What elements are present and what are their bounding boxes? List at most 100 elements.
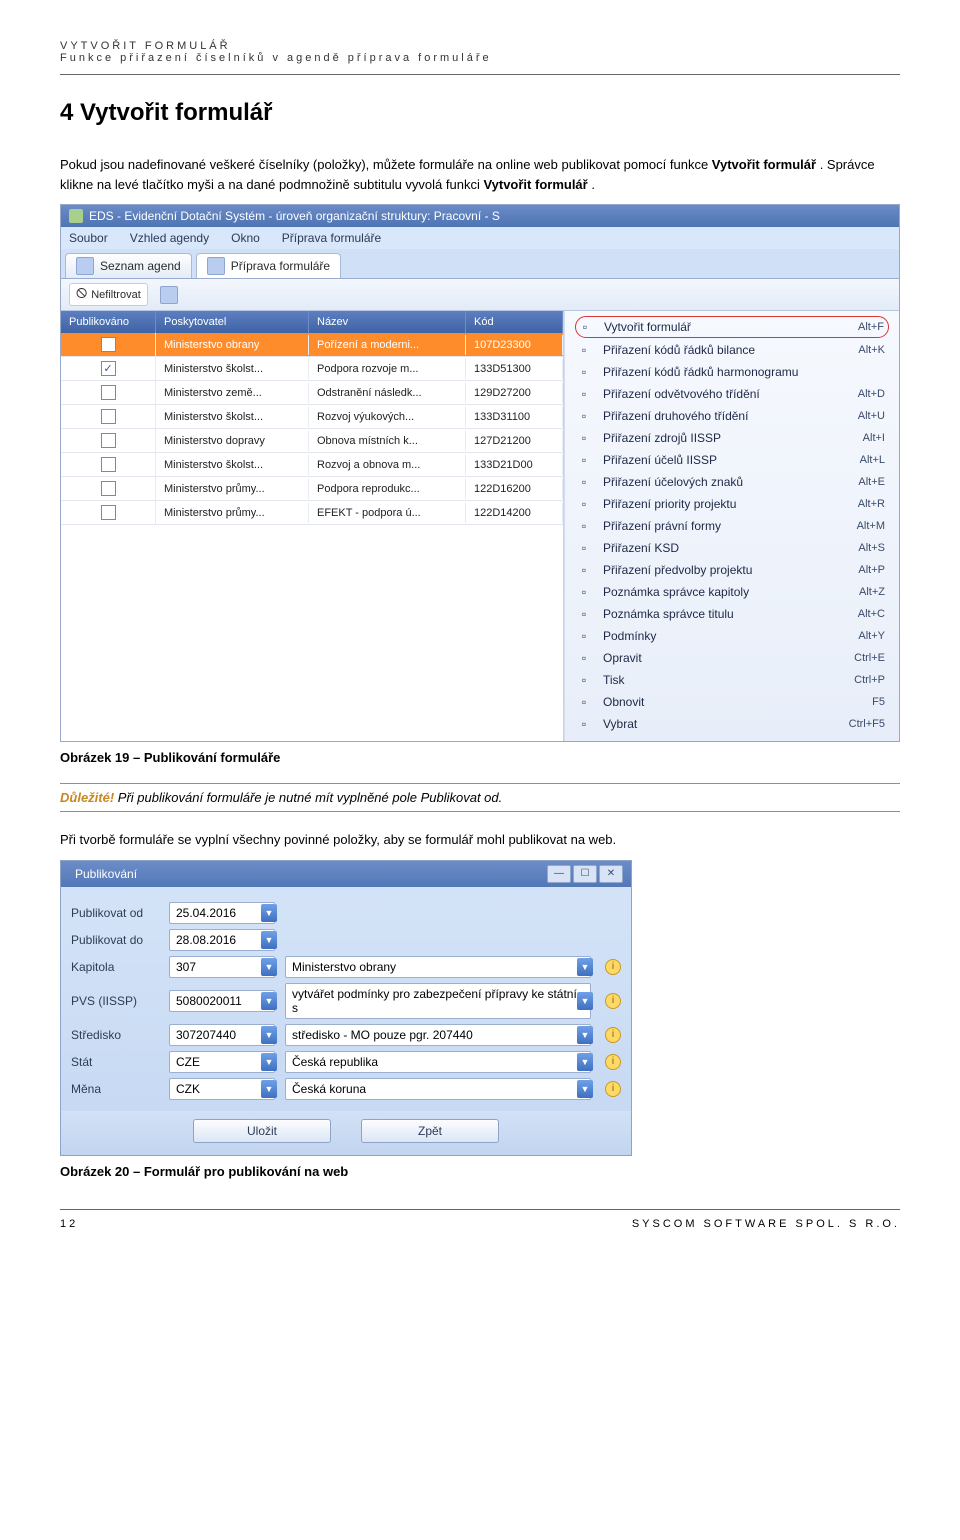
context-menu-item[interactable]: ▫OpravitCtrl+E — [565, 647, 899, 669]
table-row[interactable]: Ministerstvo školst...Rozvoj a obnova m.… — [61, 453, 563, 477]
close-button[interactable]: ✕ — [599, 865, 623, 883]
menu-item-label: Přiřazení účelových znaků — [603, 475, 848, 489]
field-value[interactable]: CZK — [169, 1078, 275, 1100]
context-menu-item[interactable]: ▫Poznámka správce kapitolyAlt+Z — [565, 581, 899, 603]
menu-item-icon: ▫ — [575, 496, 593, 512]
info-icon[interactable]: i — [605, 959, 621, 975]
context-menu-item[interactable]: ▫TiskCtrl+P — [565, 669, 899, 691]
dropdown-icon[interactable]: ▼ — [577, 1080, 593, 1098]
dropdown-icon[interactable]: ▼ — [261, 1026, 277, 1044]
context-menu-item[interactable]: ▫Přiřazení kódů řádků harmonogramu — [565, 361, 899, 383]
table-row[interactable]: ✓Ministerstvo školst...Podpora rozvoje m… — [61, 357, 563, 381]
header-line2: Funkce přiřazení číselníků v agendě příp… — [60, 52, 900, 64]
context-menu-item[interactable]: ▫Vytvořit formulářAlt+F — [575, 316, 889, 338]
field-value[interactable]: 28.08.2016 — [169, 929, 275, 951]
context-menu-item[interactable]: ▫Poznámka správce tituluAlt+C — [565, 603, 899, 625]
checkbox-icon[interactable] — [101, 409, 116, 424]
cell-kod: 129D27200 — [466, 383, 563, 403]
dropdown-icon[interactable]: ▼ — [261, 992, 277, 1010]
context-menu-item[interactable]: ▫Přiřazení odvětvového tříděníAlt+D — [565, 383, 899, 405]
context-menu-item[interactable]: ▫ObnovitF5 — [565, 691, 899, 713]
col-kod[interactable]: Kód — [466, 311, 563, 333]
table-row[interactable]: Ministerstvo obranyPořízení a moderni...… — [61, 333, 563, 357]
filter-button[interactable]: 🛇 Nefiltrovat — [69, 283, 148, 306]
context-menu-item[interactable]: ▫VybratCtrl+F5 — [565, 713, 899, 735]
field-description[interactable]: Česká koruna — [285, 1078, 591, 1100]
menu-item-label: Vybrat — [603, 717, 839, 731]
menu-item-label: Přiřazení KSD — [603, 541, 848, 555]
tab-priprava-formulare[interactable]: Příprava formuláře — [196, 253, 341, 278]
dropdown-icon[interactable]: ▼ — [261, 1080, 277, 1098]
checkbox-icon[interactable] — [101, 337, 116, 352]
context-menu-item[interactable]: ▫Přiřazení kódů řádků bilanceAlt+K — [565, 339, 899, 361]
context-menu-item[interactable]: ▫PodmínkyAlt+Y — [565, 625, 899, 647]
menu-soubor[interactable]: Soubor — [69, 231, 108, 245]
menu-item-label: Obnovit — [603, 695, 862, 709]
checkbox-icon[interactable] — [101, 385, 116, 400]
table-row[interactable]: Ministerstvo průmy...Podpora reprodukc..… — [61, 477, 563, 501]
table-row[interactable]: Ministerstvo země...Odstranění následk..… — [61, 381, 563, 405]
refresh-icon[interactable] — [160, 286, 178, 304]
cell-publikovano — [61, 429, 156, 452]
dropdown-icon[interactable]: ▼ — [577, 958, 593, 976]
save-button[interactable]: Uložit — [193, 1119, 331, 1143]
field-value[interactable]: 307 — [169, 956, 275, 978]
context-menu-item[interactable]: ▫Přiřazení účelů IISSPAlt+L — [565, 449, 899, 471]
info-icon[interactable]: i — [605, 1054, 621, 1070]
context-menu-item[interactable]: ▫Přiřazení KSDAlt+S — [565, 537, 899, 559]
dropdown-icon[interactable]: ▼ — [261, 958, 277, 976]
menu-item-icon: ▫ — [575, 386, 593, 402]
cell-publikovano — [61, 381, 156, 404]
field-description[interactable]: vytvářet podmínky pro zabezpečení přípra… — [285, 983, 591, 1019]
back-button[interactable]: Zpět — [361, 1119, 499, 1143]
dropdown-icon[interactable]: ▼ — [577, 1026, 593, 1044]
context-menu-item[interactable]: ▫Přiřazení druhového tříděníAlt+U — [565, 405, 899, 427]
col-nazev[interactable]: Název — [309, 311, 466, 333]
context-menu-item[interactable]: ▫Přiřazení účelových znakůAlt+E — [565, 471, 899, 493]
checkbox-icon[interactable] — [101, 505, 116, 520]
col-publikovano[interactable]: Publikováno — [61, 311, 156, 333]
field-description[interactable]: středisko - MO pouze pgr. 207440 — [285, 1024, 591, 1046]
context-menu-item[interactable]: ▫Přiřazení priority projektuAlt+R — [565, 493, 899, 515]
menubar: Soubor Vzhled agendy Okno Příprava formu… — [61, 227, 899, 249]
dropdown-icon[interactable]: ▼ — [261, 931, 277, 949]
field-value[interactable]: 5080020011 — [169, 990, 275, 1012]
minimize-button[interactable]: — — [547, 865, 571, 883]
cell-nazev: Podpora rozvoje m... — [309, 359, 466, 379]
checkbox-icon[interactable] — [101, 481, 116, 496]
dropdown-icon[interactable]: ▼ — [577, 992, 593, 1010]
info-icon[interactable]: i — [605, 1081, 621, 1097]
header-line1: VYTVOŘIT FORMULÁŘ — [60, 40, 900, 52]
table-row[interactable]: Ministerstvo průmy...EFEKT - podpora ú..… — [61, 501, 563, 525]
context-menu-item[interactable]: ▫Přiřazení předvolby projektuAlt+P — [565, 559, 899, 581]
cell-kod: 107D23300 — [466, 335, 563, 355]
checkbox-icon[interactable] — [101, 457, 116, 472]
menu-vzhled-agendy[interactable]: Vzhled agendy — [130, 231, 209, 245]
field-description[interactable]: Ministerstvo obrany — [285, 956, 591, 978]
app-window-eds: EDS - Evidenční Dotační Systém - úroveň … — [60, 204, 900, 742]
tab-seznam-agend[interactable]: Seznam agend — [65, 253, 192, 278]
cell-poskytovatel: Ministerstvo průmy... — [156, 479, 309, 499]
info-icon[interactable]: i — [605, 1027, 621, 1043]
field-description[interactable]: Česká republika — [285, 1051, 591, 1073]
field-value[interactable]: CZE — [169, 1051, 275, 1073]
menu-priprava-formulare[interactable]: Příprava formuláře — [282, 231, 381, 245]
dropdown-icon[interactable]: ▼ — [577, 1053, 593, 1071]
maximize-button[interactable]: ☐ — [573, 865, 597, 883]
checkbox-icon[interactable]: ✓ — [101, 361, 116, 376]
col-poskytovatel[interactable]: Poskytovatel — [156, 311, 309, 333]
dropdown-icon[interactable]: ▼ — [261, 904, 277, 922]
context-menu-item[interactable]: ▫Přiřazení zdrojů IISSPAlt+I — [565, 427, 899, 449]
table-row[interactable]: Ministerstvo dopravyObnova místních k...… — [61, 429, 563, 453]
table-row[interactable]: Ministerstvo školst...Rozvoj výukových..… — [61, 405, 563, 429]
funnel-icon: 🛇 — [76, 285, 87, 304]
info-icon[interactable]: i — [605, 993, 621, 1009]
field-label: Publikovat od — [71, 906, 161, 920]
footer-org: SYSCOM SOFTWARE SPOL. S R.O. — [632, 1218, 900, 1230]
field-value[interactable]: 25.04.2016 — [169, 902, 275, 924]
dropdown-icon[interactable]: ▼ — [261, 1053, 277, 1071]
checkbox-icon[interactable] — [101, 433, 116, 448]
field-value[interactable]: 307207440 — [169, 1024, 275, 1046]
menu-okno[interactable]: Okno — [231, 231, 260, 245]
context-menu-item[interactable]: ▫Přiřazení právní formyAlt+M — [565, 515, 899, 537]
